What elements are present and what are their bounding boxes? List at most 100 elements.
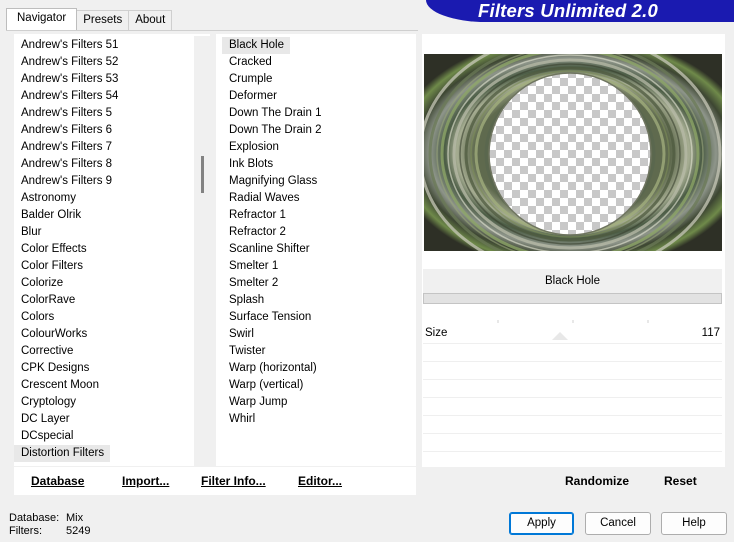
list-item[interactable]: Andrew's Filters 6	[14, 122, 210, 139]
list-item[interactable]: Whirl	[222, 411, 416, 428]
list-item[interactable]: Andrew's Filters 52	[14, 54, 210, 71]
list-item-label: Color Effects	[21, 243, 87, 255]
list-item[interactable]: Andrew's Filters 51	[14, 37, 210, 54]
list-item[interactable]: Distortion Filters	[14, 445, 210, 462]
help-button[interactable]: Help	[661, 512, 727, 535]
list-item[interactable]: Andrew's Filters 53	[14, 71, 210, 88]
database-button[interactable]: Database	[31, 467, 84, 495]
list-item[interactable]: Deformer	[222, 88, 416, 105]
list-item[interactable]: ColourWorks	[14, 326, 210, 343]
list-item[interactable]: Black Hole	[222, 37, 416, 54]
category-scrollbar-thumb[interactable]	[201, 156, 204, 193]
control-slot	[423, 433, 722, 450]
list-item[interactable]: Blur	[14, 224, 210, 241]
list-item[interactable]: Corrective	[14, 343, 210, 360]
list-item[interactable]: Down The Drain 2	[222, 122, 416, 139]
list-item[interactable]: Swirl	[222, 326, 416, 343]
list-item-label: Crescent Moon	[21, 379, 99, 391]
list-item[interactable]: Down The Drain 1	[222, 105, 416, 122]
list-item[interactable]: Andrew's Filters 8	[14, 156, 210, 173]
list-item-label: ColourWorks	[21, 328, 88, 340]
list-item[interactable]: Ink Blots	[222, 156, 416, 173]
list-item-label: Blur	[21, 226, 42, 238]
list-item-label: Black Hole	[222, 37, 290, 54]
list-item-label: Andrew's Filters 9	[21, 175, 113, 187]
randomize-button[interactable]: Randomize	[565, 467, 629, 495]
app-title: Filters Unlimited 2.0	[478, 0, 658, 21]
list-item-label: Andrew's Filters 6	[21, 124, 113, 136]
list-item-label: Andrew's Filters 8	[21, 158, 113, 170]
list-item-label: Andrew's Filters 54	[21, 90, 119, 102]
tab-about[interactable]: About	[128, 10, 173, 30]
filter-info-button[interactable]: Filter Info...	[201, 467, 266, 495]
list-item[interactable]: Smelter 2	[222, 275, 416, 292]
editor-button[interactable]: Editor...	[298, 467, 342, 495]
list-item[interactable]: Twister	[222, 343, 416, 360]
list-item-label: Explosion	[229, 141, 279, 153]
list-item[interactable]: Color Filters	[14, 258, 210, 275]
list-item[interactable]: DCspecial	[14, 428, 210, 445]
list-item-label: Warp Jump	[229, 396, 288, 408]
list-item[interactable]: Warp (vertical)	[222, 377, 416, 394]
slider-ticks	[497, 320, 649, 340]
size-value: 117	[701, 327, 720, 339]
list-item[interactable]: Colorize	[14, 275, 210, 292]
preview-image[interactable]	[424, 54, 722, 251]
list-item[interactable]: Explosion	[222, 139, 416, 156]
import-button[interactable]: Import...	[122, 467, 169, 495]
filter-list[interactable]: Black Hole Cracked Crumple Deformer Down The…	[216, 34, 416, 466]
tab-presets[interactable]: Presets	[76, 10, 130, 30]
list-item[interactable]: CPK Designs	[14, 360, 210, 377]
list-item-label: Andrew's Filters 5	[21, 107, 113, 119]
list-item-label: Magnifying Glass	[229, 175, 318, 187]
list-item[interactable]: Cryptology	[14, 394, 210, 411]
list-item[interactable]: Refractor 2	[222, 224, 416, 241]
list-item[interactable]: Andrew's Filters 7	[14, 139, 210, 156]
list-item[interactable]: Warp (horizontal)	[222, 360, 416, 377]
list-item[interactable]: Scanline Shifter	[222, 241, 416, 258]
list-item-label: Andrew's Filters 51	[21, 39, 119, 51]
list-item[interactable]: ColorRave	[14, 292, 210, 309]
list-item[interactable]: Radial Waves	[222, 190, 416, 207]
apply-button[interactable]: Apply	[509, 512, 574, 535]
list-item-label: Colorize	[21, 277, 64, 289]
control-slot	[423, 379, 722, 396]
list-item[interactable]: Crescent Moon	[14, 377, 210, 394]
list-item[interactable]: Refractor 1	[222, 207, 416, 224]
progress-bar	[423, 293, 722, 304]
list-item[interactable]: Splash	[222, 292, 416, 309]
size-label: Size	[425, 327, 448, 339]
list-item[interactable]: Balder Olrik	[14, 207, 210, 224]
cancel-button[interactable]: Cancel	[585, 512, 651, 535]
list-item[interactable]: Crumple	[222, 71, 416, 88]
list-item-label: Twister	[229, 345, 266, 357]
control-row-size[interactable]	[423, 320, 722, 342]
list-item-label: Ink Blots	[229, 158, 274, 170]
tab-navigator[interactable]: Navigator	[6, 8, 78, 31]
category-scrollbar[interactable]	[194, 36, 210, 466]
list-item[interactable]: Astronomy	[14, 190, 210, 207]
black-hole-preview	[424, 54, 722, 251]
list-item-label: Splash	[229, 294, 265, 306]
control-slot	[423, 397, 722, 414]
list-item[interactable]: Andrew's Filters 9	[14, 173, 210, 190]
list-item[interactable]: Andrew's Filters 54	[14, 88, 210, 105]
list-item[interactable]: Magnifying Glass	[222, 173, 416, 190]
list-item-label: Surface Tension	[229, 311, 312, 323]
list-item[interactable]: Surface Tension	[222, 309, 416, 326]
list-item-label: Down The Drain 1	[229, 107, 322, 119]
list-item[interactable]: DC Layer	[14, 411, 210, 428]
list-item-label: Smelter 1	[229, 260, 279, 272]
list-item-label: Whirl	[229, 413, 256, 425]
list-item[interactable]: Warp Jump	[222, 394, 416, 411]
list-item-label: Andrew's Filters 53	[21, 73, 119, 85]
list-item[interactable]: Andrew's Filters 5	[14, 105, 210, 122]
reset-button[interactable]: Reset	[664, 467, 697, 495]
status-database-value: Mix	[66, 512, 84, 524]
category-list[interactable]: Andrew's Filters 51 Andrew's Filters 52 An…	[14, 34, 210, 466]
list-item[interactable]: Colors	[14, 309, 210, 326]
list-item[interactable]: Color Effects	[14, 241, 210, 258]
list-item-label: Colors	[21, 311, 55, 323]
list-item[interactable]: Cracked	[222, 54, 416, 71]
list-item[interactable]: Smelter 1	[222, 258, 416, 275]
